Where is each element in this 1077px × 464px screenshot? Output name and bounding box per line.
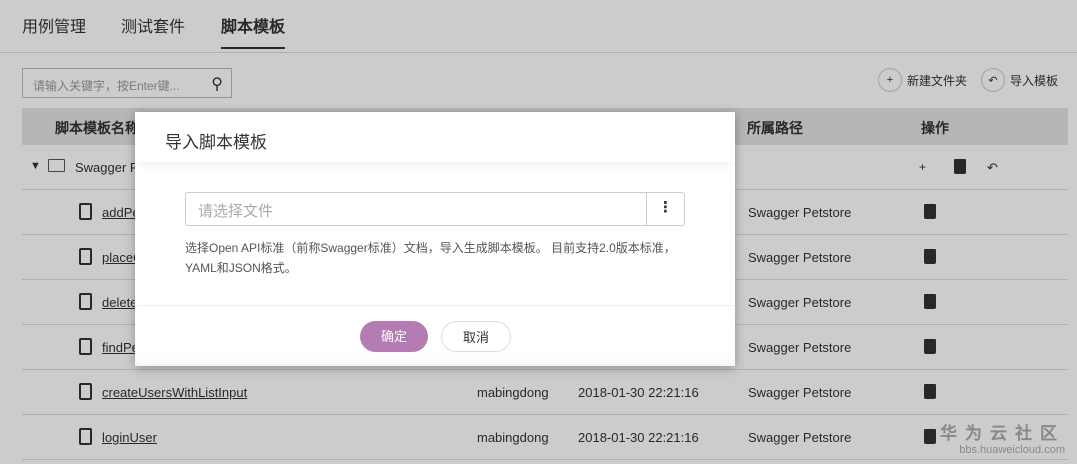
watermark: 华为云社区 bbs.huaweicloud.com bbox=[940, 419, 1065, 456]
dialog-title: 导入脚本模板 bbox=[135, 112, 735, 162]
more-options-icon[interactable]: ⋮ bbox=[646, 193, 684, 225]
watermark-url: bbs.huaweicloud.com bbox=[959, 444, 1065, 456]
dialog-footer: 确定 取消 bbox=[135, 305, 735, 366]
watermark-title: 华为云社区 bbox=[940, 424, 1065, 443]
cancel-button[interactable]: 取消 bbox=[441, 321, 511, 352]
file-placeholder: 请选择文件 bbox=[198, 203, 274, 220]
confirm-button[interactable]: 确定 bbox=[360, 321, 428, 352]
import-template-dialog: 导入脚本模板 请选择文件 ⋮ 选择Open API标准（前称Swagger标准）文… bbox=[135, 112, 735, 366]
dialog-description: 选择Open API标准（前称Swagger标准）文档，导入生成脚本模板。 目前… bbox=[185, 241, 676, 275]
file-select-input[interactable]: 请选择文件 ⋮ bbox=[185, 192, 685, 226]
